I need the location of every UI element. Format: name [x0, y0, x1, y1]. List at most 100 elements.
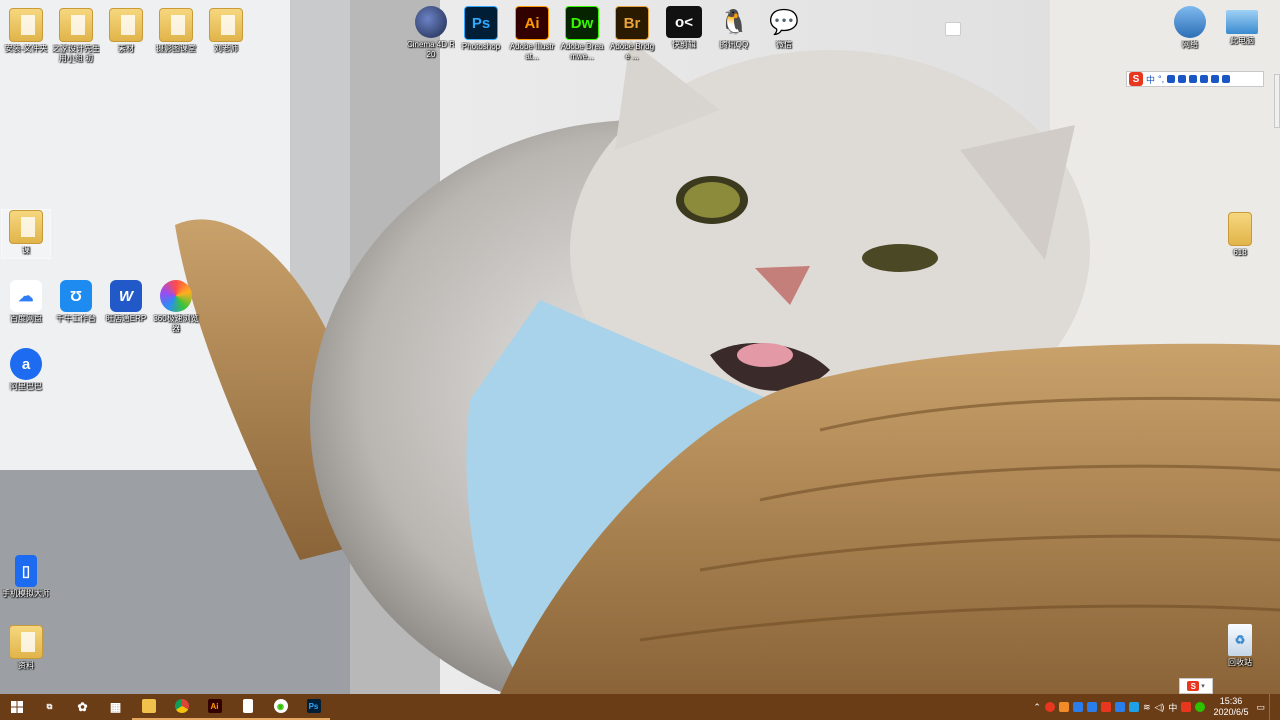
wangdiantong-icon: W: [110, 280, 142, 312]
alibaba-icon: a: [10, 348, 42, 380]
clock[interactable]: 15:36 2020/6/5: [1213, 696, 1248, 718]
task-view-button[interactable]: ⧉: [33, 694, 66, 720]
bridge-icon: Br: [615, 6, 649, 40]
skin-icon[interactable]: [1200, 75, 1209, 83]
folder-icon: [159, 8, 193, 42]
taskbar-file-explorer[interactable]: [132, 694, 165, 720]
folder-icon: [209, 8, 243, 42]
microphone-icon[interactable]: [1178, 75, 1187, 83]
sogou-tray-icon[interactable]: [1181, 702, 1192, 712]
desktop-app-baidu-netdisk[interactable]: ☁ 百度网盘: [2, 280, 50, 324]
desktop-app-cinema4d[interactable]: Cinema 4D R20: [407, 6, 455, 60]
desktop-recycle-bin[interactable]: ♻ 回收站: [1216, 624, 1264, 668]
desktop-network[interactable]: 网络: [1166, 6, 1214, 50]
desktop-app-bridge[interactable]: Br Adobe Bridge ...: [608, 6, 656, 62]
edge-scrollbar[interactable]: [1274, 74, 1280, 128]
cinema4d-icon: [415, 6, 447, 38]
notification-icon[interactable]: ▭: [1256, 702, 1265, 713]
desktop-folder-class[interactable]: 课: [1, 209, 51, 259]
tray-app-icon[interactable]: [1100, 702, 1111, 712]
volume-icon[interactable]: ◁): [1155, 702, 1165, 713]
folder-icon: [109, 8, 143, 42]
desktop-app-phone-emulator[interactable]: ▯ 手机模拟大师: [2, 555, 50, 599]
notepad-icon: [242, 699, 253, 713]
sogou-ime-icon: S: [1187, 681, 1200, 691]
desktop-app-qq[interactable]: 🐧 腾讯QQ: [710, 6, 758, 50]
chevron-up-icon[interactable]: ⌃: [1033, 702, 1041, 713]
taskbar-notepad[interactable]: [231, 694, 264, 720]
ime-floating-indicator[interactable]: S ▾: [1179, 678, 1213, 694]
baidu-netdisk-icon: ☁: [10, 280, 42, 312]
desktop-folder-materials[interactable]: 素材: [102, 8, 150, 54]
desktop-folder-618[interactable]: 618: [1216, 212, 1264, 258]
desktop-app-360-browser[interactable]: 360极速浏览器: [152, 280, 200, 334]
wifi-icon[interactable]: ≋: [1143, 702, 1151, 713]
dreamweaver-icon: Dw: [565, 6, 599, 40]
ime-punct-toggle[interactable]: °,: [1158, 74, 1164, 84]
folder-icon: [9, 625, 43, 659]
taskbar-pinwheel[interactable]: ✿: [66, 694, 99, 720]
illustrator-icon: Ai: [207, 699, 222, 713]
pinwheel-icon: ✿: [77, 700, 88, 714]
desktop-folder-data[interactable]: 资料: [2, 625, 50, 671]
desktop-folder-install[interactable]: 安装-文件夹: [2, 8, 50, 54]
desktop-app-qianniu[interactable]: Ʊ 千牛工作台: [52, 280, 100, 324]
ime-toolbar[interactable]: S 中 °,: [1126, 71, 1264, 87]
recycle-bin-icon: ♻: [1228, 624, 1252, 656]
clock-date: 2020/6/5: [1213, 707, 1249, 717]
desktop-folder-photo-class[interactable]: 摄影图课堂: [152, 8, 200, 54]
chrome-icon: [174, 699, 189, 713]
photoshop-icon: Ps: [464, 6, 498, 40]
desktop-folder-teacher-liu[interactable]: 刘老师: [202, 8, 250, 54]
clock-time: 15:36: [1219, 696, 1243, 706]
tray-app-icon[interactable]: [1044, 702, 1055, 712]
tray-app-icon[interactable]: [1058, 702, 1069, 712]
kuaijianji-icon: o<: [666, 6, 702, 38]
desktop-this-pc[interactable]: 此电脑: [1218, 6, 1266, 46]
taskbar-photoshop[interactable]: Ps: [297, 694, 330, 720]
desktop-app-alibaba[interactable]: a 阿里巴巴: [2, 348, 50, 392]
taskbar-wechat[interactable]: ◉: [264, 694, 297, 720]
task-view-icon: ⧉: [46, 702, 53, 711]
tray-app-icon[interactable]: [1114, 702, 1125, 712]
ime-mode-toggle[interactable]: 中: [1146, 73, 1155, 86]
desktop-app-wechat[interactable]: 💬 微信: [760, 6, 808, 50]
taskbar-chrome[interactable]: [165, 694, 198, 720]
tray-app-icon[interactable]: [1086, 702, 1097, 712]
tray-app-icon[interactable]: [1128, 702, 1139, 712]
system-tray: ⌃ ≋ ◁) 中 15:36 2020/6/5 ▭: [1033, 694, 1280, 720]
windows-logo-icon: [10, 701, 23, 713]
wechat-icon: 💬: [769, 8, 799, 36]
desktop-folder-design-group[interactable]: 之家设计先生用小组 初级...: [52, 8, 100, 64]
grid-menu-icon[interactable]: [1222, 75, 1231, 83]
tshirt-icon[interactable]: [945, 22, 961, 36]
show-desktop-button[interactable]: [1269, 694, 1274, 720]
start-button[interactable]: [0, 694, 33, 720]
keyboard-icon[interactable]: [1189, 75, 1198, 83]
wechat-tray-icon[interactable]: [1195, 702, 1206, 712]
desktop-app-illustrator[interactable]: Ai Adobe Illustrat...: [508, 6, 556, 62]
taskbar-illustrator[interactable]: Ai: [198, 694, 231, 720]
emoji-icon[interactable]: [1167, 75, 1176, 83]
chevron-down-icon: ▾: [1201, 683, 1205, 690]
folder-icon: [9, 210, 43, 244]
illustrator-icon: Ai: [515, 6, 549, 40]
sogou-ime-icon[interactable]: S: [1129, 72, 1143, 86]
taskbar: ⧉ ✿ ▦ Ai ◉ Ps ⌃ ≋ ◁) 中 15:36 2020/6/5 ▭: [0, 694, 1280, 720]
tshirt-icon[interactable]: [1211, 75, 1220, 83]
desktop-app-kuaijianji[interactable]: o< 快剪辑: [660, 6, 708, 50]
network-icon: [1174, 6, 1206, 38]
ime-language-indicator[interactable]: 中: [1168, 701, 1177, 714]
desktop-app-photoshop[interactable]: Ps Photoshop: [457, 6, 505, 52]
phone-emulator-icon: ▯: [15, 555, 37, 587]
desktop-app-wangdiantong[interactable]: W 旺店通ERP: [102, 280, 150, 324]
folder-icon: [59, 8, 93, 42]
tray-app-icon[interactable]: [1072, 702, 1083, 712]
taskbar-calculator[interactable]: ▦: [99, 694, 132, 720]
folder-icon: [9, 8, 43, 42]
folder-icon: [1228, 212, 1252, 246]
qianniu-icon: Ʊ: [60, 280, 92, 312]
desktop-app-dreamweaver[interactable]: Dw Adobe Dreamwe...: [558, 6, 606, 62]
wechat-icon: ◉: [273, 699, 288, 713]
photoshop-icon: Ps: [306, 699, 321, 713]
